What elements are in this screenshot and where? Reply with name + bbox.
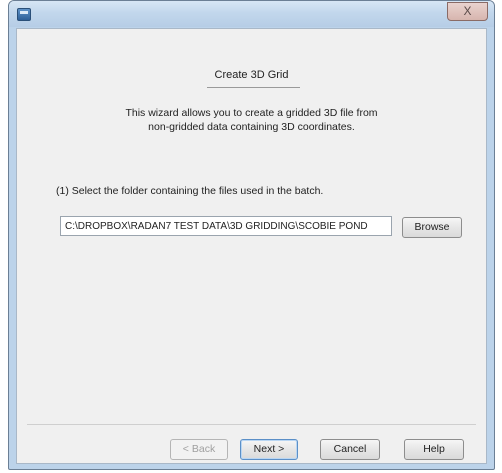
app-icon: [17, 8, 31, 21]
title-bar[interactable]: X: [9, 1, 494, 27]
cancel-button[interactable]: Cancel: [320, 439, 380, 460]
folder-path-input[interactable]: [60, 216, 392, 236]
description-line-1: This wizard allows you to create a gridd…: [125, 107, 378, 119]
footer-separator: [27, 424, 476, 425]
wizard-window: X Create 3D Grid This wizard allows you …: [8, 0, 495, 470]
close-button[interactable]: X: [447, 2, 488, 21]
description-line-2: non-gridded data containing 3D coordinat…: [148, 121, 355, 133]
help-button[interactable]: Help: [404, 439, 464, 460]
back-button[interactable]: < Back: [170, 439, 228, 460]
heading-underline: [207, 87, 300, 88]
wizard-heading: Create 3D Grid: [214, 69, 289, 81]
wizard-panel: Create 3D Grid This wizard allows you to…: [16, 28, 487, 464]
browse-button[interactable]: Browse: [402, 217, 462, 238]
next-button[interactable]: Next >: [240, 439, 298, 460]
wizard-description: This wizard allows you to create a gridd…: [77, 106, 426, 134]
step-1-label: (1) Select the folder containing the fil…: [56, 185, 324, 197]
close-icon: X: [463, 4, 472, 18]
